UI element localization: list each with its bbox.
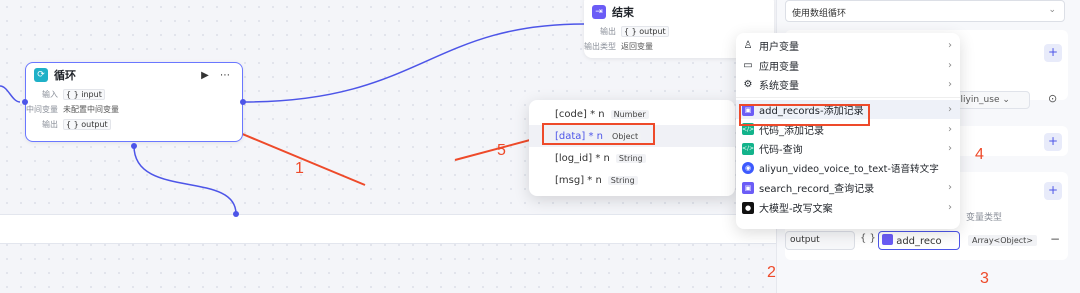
annotation-3: 3 (980, 270, 989, 287)
menu-item-user-vars[interactable]: ♙ 用户变量 › (736, 36, 960, 56)
variables-menu: ♙ 用户变量 › ▭ 应用变量 › ⚙ 系统变量 › ▣ add_records-添加记录 › … (736, 33, 960, 229)
add-output-button[interactable]: + (1044, 182, 1062, 200)
llm-icon: ● (742, 201, 754, 214)
fields-submenu: [code] * n Number [data] * n Object [log_i… (529, 100, 735, 196)
node-actions[interactable]: ▶ ⋯ (201, 70, 234, 81)
annotation-5: 5 (497, 142, 506, 159)
input-ref-field[interactable]: aliyin_use ⌄ (950, 91, 1030, 109)
plugin-icon (882, 234, 893, 245)
annotation-1: 1 (295, 160, 304, 177)
output-ref-field[interactable]: add_reco (878, 231, 960, 250)
field-row[interactable]: [msg] * n String (529, 169, 735, 191)
add-intermediate-button[interactable]: + (1044, 133, 1062, 151)
loop-output-tag: { } output (63, 119, 111, 130)
loop-input-label: 输入 (42, 90, 58, 99)
loop-output-label: 输出 (42, 120, 58, 129)
annotation-2: 2 (767, 264, 776, 281)
loop-output-row: 输出 { } output (26, 117, 242, 132)
loop-body-port[interactable] (131, 143, 137, 149)
edge-loop-body (133, 145, 237, 215)
target-icon[interactable]: ⊙ (1048, 92, 1057, 105)
end-output-label: 输出 (600, 27, 616, 36)
edge-loop-to-end (243, 23, 585, 103)
menu-item-aliyun[interactable]: ◉ aliyun_video_voice_to_text-语音转文字 (736, 159, 960, 179)
chevron-down-icon: ⌄ (1048, 5, 1056, 15)
loop-mode-select[interactable]: 使用数组循环 ⌄ (785, 0, 1065, 22)
field-row[interactable]: [log_id] * n String (529, 147, 735, 169)
loop-node-title: 循环 (54, 69, 76, 82)
remove-output-button[interactable]: − (1050, 232, 1060, 246)
braces-icon: { } (860, 233, 876, 244)
end-icon: ⇥ (592, 5, 606, 19)
loop-intermediate-row: 中间变量 未配置中间变量 (26, 102, 242, 117)
loop-output-port[interactable] (240, 99, 246, 105)
menu-item-code-query[interactable]: </> 代码-查询 › (736, 139, 960, 159)
menu-item-llm[interactable]: ● 大模型-改写文案 › (736, 198, 960, 218)
code-icon: </> (742, 142, 754, 155)
end-type-label: 输出类型 (584, 42, 616, 51)
loop-node[interactable]: ⟳ 循环 ▶ ⋯ 输入 { } input 中间变量 未配置中间变量 输出 { … (25, 62, 243, 142)
plugin-icon: ◉ (742, 162, 754, 175)
annotation-4: 4 (975, 146, 984, 163)
loop-icon: ⟳ (34, 68, 48, 82)
loop-input-tag: { } input (63, 89, 105, 100)
loop-body-end-port[interactable] (233, 211, 239, 217)
loop-intermediate-value: 未配置中间变量 (63, 105, 119, 114)
var-type-header: 变量类型 (966, 213, 1003, 223)
loop-intermediate-label: 中间变量 (26, 105, 58, 114)
add-input-button[interactable]: + (1044, 44, 1062, 62)
edge-start-to-loop (0, 85, 21, 103)
folder-icon: ▭ (743, 59, 753, 71)
gear-icon: ⚙ (743, 79, 753, 91)
plugin-icon: ▣ (742, 181, 754, 194)
menu-item-system-vars[interactable]: ⚙ 系统变量 › (736, 75, 960, 95)
highlight-data-field (542, 123, 655, 145)
end-output-tag: { } output (621, 26, 669, 37)
loop-input-port[interactable] (22, 99, 28, 105)
menu-divider (736, 96, 960, 98)
loop-input-row: 输入 { } input (26, 87, 242, 102)
highlight-add-records (739, 104, 870, 126)
menu-item-search-record[interactable]: ▣ search_record_查询记录 › (736, 178, 960, 198)
end-node-title: 结束 (612, 6, 634, 19)
ref-type-badge: Array<Object> (968, 235, 1038, 246)
menu-item-app-vars[interactable]: ▭ 应用变量 › (736, 56, 960, 76)
user-icon: ♙ (743, 40, 753, 52)
output-name-input[interactable]: output (785, 231, 855, 250)
field-row[interactable]: [code] * n Number (529, 103, 735, 125)
end-type-value: 返回变量 (621, 42, 653, 51)
